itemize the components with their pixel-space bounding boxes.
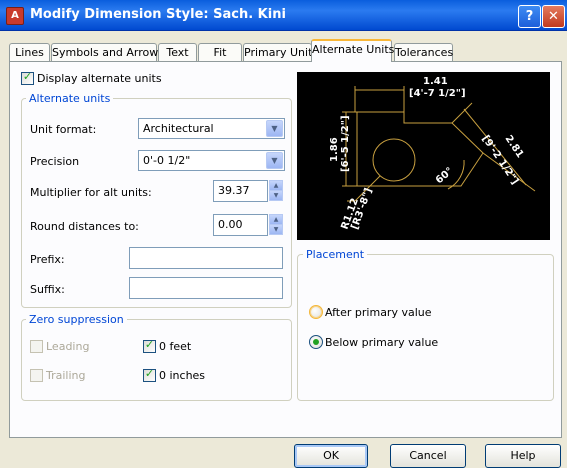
title-bar: A Modify Dimension Style: Sach. Kini ? ✕ (0, 0, 567, 31)
placement-group (297, 254, 554, 401)
multiplier-spinner[interactable]: ▲ ▼ (269, 180, 283, 201)
spin-down-icon[interactable]: ▼ (269, 224, 283, 235)
display-alt-units-checkbox[interactable]: ✓ (21, 70, 34, 85)
help-title-button[interactable]: ? (518, 5, 541, 28)
ok-button[interactable]: OK (294, 444, 368, 468)
tab-fit[interactable]: Fit (198, 43, 242, 61)
below-primary-label: Below primary value (325, 336, 439, 349)
multiplier-label: Multiplier for alt units: (30, 186, 152, 199)
cancel-button[interactable]: Cancel (390, 444, 466, 468)
zero-feet-label: 0 feet (159, 340, 192, 353)
preview-drawing: 1.41 [4'-7 1/2"] 1.86 [6'-5 1/2"] 2.81 [… (329, 76, 536, 231)
placement-legend: Placement (303, 248, 368, 261)
top-alt-text: [4'-7 1/2"] (409, 88, 466, 99)
app-icon: A (6, 7, 24, 25)
part-outline (355, 111, 484, 187)
round-distances-spinner[interactable]: ▲ ▼ (269, 214, 283, 235)
zero-inches-checkbox[interactable]: ✓ (143, 367, 156, 382)
zero-inches-label: 0 inches (159, 369, 206, 382)
dimension-preview: 1.41 [4'-7 1/2"] 1.86 [6'-5 1/2"] 2.81 [… (297, 72, 550, 240)
part-hole (372, 138, 416, 182)
trailing-checkbox[interactable] (30, 369, 43, 382)
check-mark-icon: ✓ (144, 338, 155, 351)
tab-lines[interactable]: Lines (9, 43, 50, 61)
unit-format-value: Architectural (143, 122, 214, 135)
help-button[interactable]: Help (485, 444, 561, 468)
suffix-input[interactable] (129, 277, 283, 299)
left-alt-text: [6'-5 1/2"] (340, 115, 351, 172)
tab-alternate-units[interactable]: Alternate Units (311, 39, 394, 62)
prefix-input[interactable] (129, 247, 283, 269)
tab-primary-units[interactable]: Primary Units (243, 43, 318, 61)
precision-select[interactable]: 0'-0 1/2" ▼ (138, 150, 285, 171)
window-title: Modify Dimension Style: Sach. Kini (30, 7, 286, 22)
check-mark-icon: ✓ (22, 70, 33, 83)
below-primary-radio[interactable] (309, 335, 323, 349)
chevron-down-icon[interactable]: ▼ (266, 120, 283, 137)
chevron-down-icon[interactable]: ▼ (266, 152, 283, 169)
tab-symbols-and-arrows[interactable]: Symbols and Arrows (51, 43, 164, 61)
round-distances-input[interactable]: 0.00 (213, 214, 268, 236)
left-dim-text: 1.86 (329, 137, 340, 162)
tab-tolerances[interactable]: Tolerances (394, 43, 453, 61)
right-dim-text: 2.81 (503, 134, 526, 161)
precision-label: Precision (30, 155, 80, 168)
suffix-label: Suffix: (30, 283, 65, 296)
display-alt-units-label: Display alternate units (37, 72, 162, 85)
close-button[interactable]: ✕ (542, 5, 565, 28)
leading-label: Leading (46, 340, 90, 353)
leading-checkbox[interactable] (30, 340, 43, 353)
spin-down-icon[interactable]: ▼ (269, 190, 283, 201)
extension-line (451, 102, 473, 124)
unit-format-label: Unit format: (30, 123, 97, 136)
trailing-label: Trailing (46, 369, 86, 382)
after-primary-radio[interactable] (309, 305, 323, 319)
prefix-label: Prefix: (30, 253, 65, 266)
round-distances-label: Round distances to: (30, 220, 139, 233)
top-dim-text: 1.41 (423, 76, 448, 87)
round-distances-value: 0.00 (218, 218, 243, 231)
zero-suppression-legend: Zero suppression (26, 313, 127, 326)
multiplier-input[interactable]: 39.37 (213, 180, 268, 202)
radio-dot-icon (313, 339, 319, 345)
precision-value: 0'-0 1/2" (143, 154, 191, 167)
tab-text[interactable]: Text (158, 43, 197, 61)
after-primary-label: After primary value (325, 306, 432, 319)
angle-text: 60° (434, 166, 456, 187)
zero-suppression-group (21, 319, 292, 401)
alternate-units-legend: Alternate units (26, 92, 114, 105)
check-mark-icon: ✓ (144, 367, 155, 380)
zero-feet-checkbox[interactable]: ✓ (143, 338, 156, 353)
multiplier-value: 39.37 (218, 184, 250, 197)
unit-format-select[interactable]: Architectural ▼ (138, 118, 285, 139)
